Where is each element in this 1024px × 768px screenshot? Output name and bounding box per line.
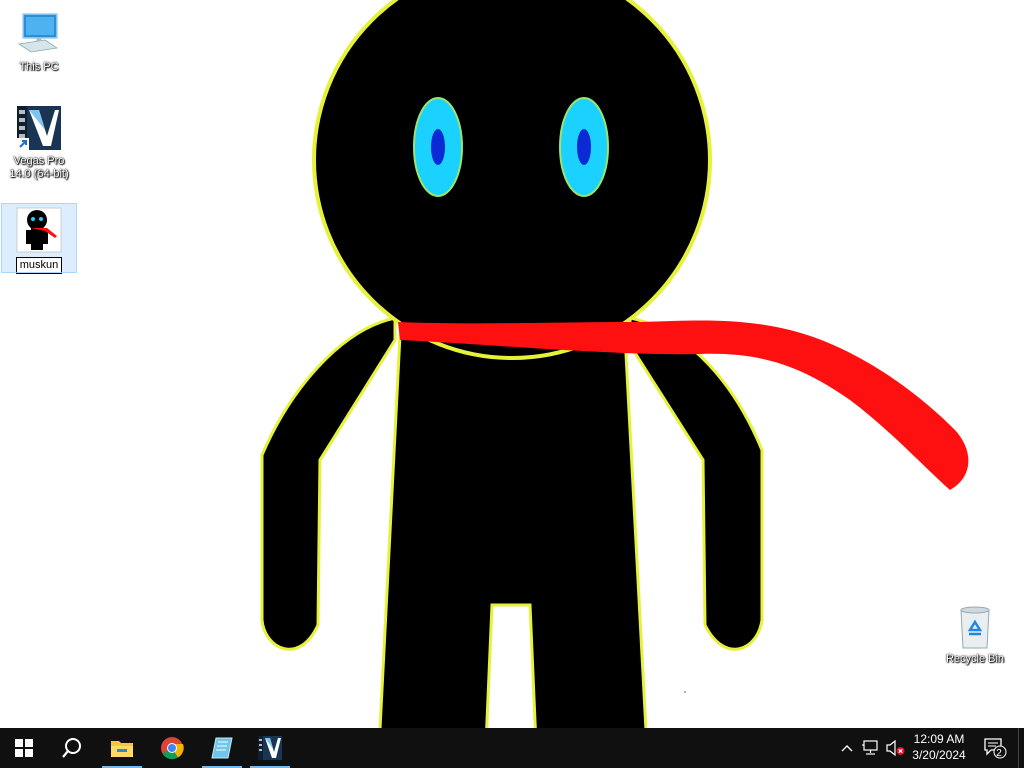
torso bbox=[378, 333, 648, 728]
vegas-pro-taskbar-icon bbox=[258, 736, 282, 760]
start-button[interactable] bbox=[0, 728, 48, 768]
desktop-icon-vegas-pro[interactable]: Vegas Pro 14.0 (64-bit) bbox=[2, 104, 76, 181]
rename-input[interactable]: muskun bbox=[15, 257, 63, 274]
show-desktop-button[interactable] bbox=[1018, 728, 1024, 768]
chrome-icon bbox=[161, 737, 184, 760]
muskun-image-icon bbox=[15, 206, 63, 254]
left-pupil bbox=[431, 129, 445, 165]
vegas-pro-icon bbox=[15, 104, 63, 152]
wallpaper-stick-figure bbox=[260, 0, 969, 728]
recycle-bin-icon bbox=[951, 602, 999, 650]
taskbar-notepad[interactable] bbox=[198, 728, 246, 768]
clock-time: 12:09 AM bbox=[913, 732, 965, 746]
desktop-icon-label: Vegas Pro 14.0 (64-bit) bbox=[9, 155, 69, 180]
search-button[interactable] bbox=[48, 728, 96, 768]
right-pupil bbox=[577, 129, 591, 165]
action-center-button[interactable]: 2 bbox=[978, 728, 1012, 768]
left-arm bbox=[260, 316, 397, 651]
chevron-up-icon bbox=[841, 745, 853, 752]
head bbox=[312, 0, 712, 360]
desktop[interactable]: This PC Vegas Pro 14.0 (64-bit) muskun R… bbox=[0, 0, 1024, 728]
desktop-icon-label: Recycle Bin bbox=[945, 653, 1005, 665]
notepad-icon bbox=[211, 737, 233, 759]
desktop-icon-muskun[interactable]: muskun bbox=[1, 203, 77, 274]
desktop-icon-this-pc[interactable]: This PC bbox=[2, 10, 76, 74]
windows-start-icon bbox=[15, 739, 33, 757]
tray-clock[interactable]: 12:09 AM 3/20/2024 bbox=[898, 728, 980, 768]
this-pc-icon bbox=[15, 10, 63, 58]
desktop-icon-recycle-bin[interactable]: Recycle Bin bbox=[938, 602, 1012, 666]
clock-date: 3/20/2024 bbox=[912, 748, 966, 762]
taskbar-chrome[interactable] bbox=[148, 728, 196, 768]
tray-network[interactable] bbox=[860, 728, 882, 768]
taskbar-vegas-pro[interactable] bbox=[246, 728, 294, 768]
desktop-icon-label: This PC bbox=[19, 61, 59, 73]
search-icon bbox=[62, 738, 81, 758]
file-explorer-icon bbox=[111, 741, 133, 757]
taskbar: 12:09 AM 3/20/2024 2 bbox=[0, 728, 1024, 768]
notifications-count-badge: 2 bbox=[996, 748, 1002, 759]
tray-show-hidden-icons[interactable] bbox=[836, 728, 858, 768]
taskbar-file-explorer[interactable] bbox=[98, 728, 146, 768]
network-icon bbox=[862, 740, 878, 755]
right-arm bbox=[628, 316, 764, 651]
